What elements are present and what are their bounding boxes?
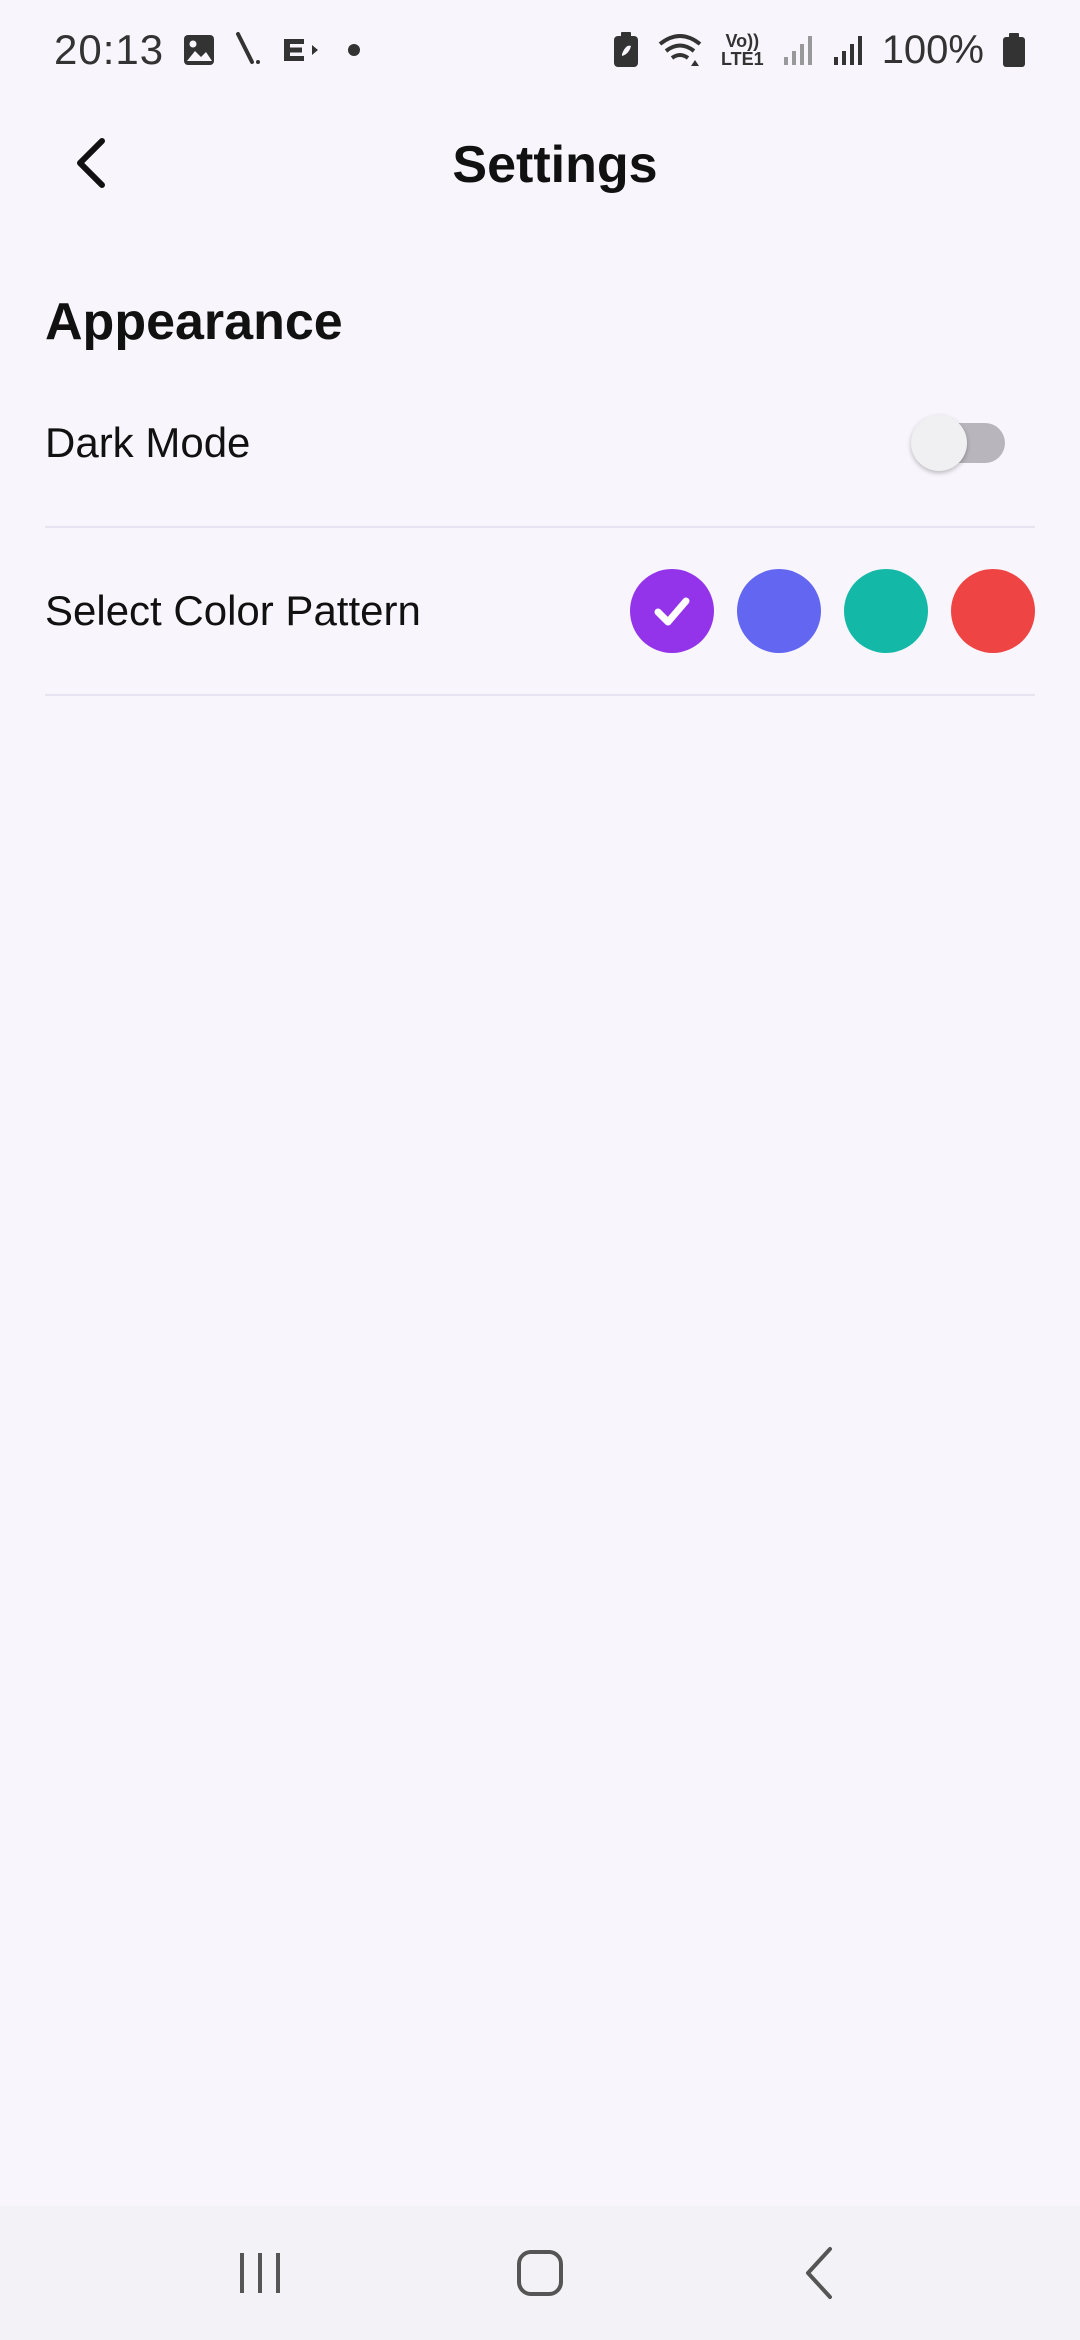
- back-icon: [806, 2247, 832, 2299]
- dark-mode-row: Dark Mode: [45, 360, 1035, 528]
- home-button[interactable]: [480, 2223, 600, 2323]
- toggle-thumb: [911, 415, 967, 471]
- signal-icon-1: [782, 33, 814, 67]
- wifi-icon: [657, 32, 703, 68]
- pen-icon: [234, 32, 264, 68]
- status-left: 20:13: [54, 26, 361, 74]
- battery-icon: [1002, 32, 1026, 68]
- media-icon: [282, 35, 322, 65]
- color-swatch[interactable]: [630, 569, 714, 653]
- system-nav-bar: [0, 2206, 1080, 2340]
- system-back-button[interactable]: [760, 2223, 880, 2323]
- battery-percent: 100%: [881, 27, 984, 72]
- color-swatch-group: [630, 569, 1035, 653]
- color-swatch[interactable]: [737, 569, 821, 653]
- status-time: 20:13: [54, 26, 165, 73]
- back-button[interactable]: [56, 128, 126, 198]
- gallery-icon: [182, 33, 216, 67]
- appearance-section-title: Appearance: [45, 293, 343, 351]
- app-bar: Settings: [0, 100, 1080, 230]
- signal-icon-2: [832, 33, 864, 67]
- dark-mode-toggle[interactable]: [911, 415, 1005, 471]
- dark-mode-label: Dark Mode: [45, 419, 251, 466]
- volte-lte-icon: Vo)) LTE1: [721, 32, 764, 68]
- check-icon: [654, 597, 690, 626]
- color-swatch[interactable]: [951, 569, 1035, 653]
- status-right: Vo)) LTE1 100%: [613, 28, 1026, 73]
- color-pattern-row: Select Color Pattern: [45, 528, 1035, 696]
- chevron-left-icon: [77, 138, 105, 188]
- battery-saver-icon: [613, 32, 639, 68]
- home-icon: [517, 2250, 563, 2296]
- dot-icon: [348, 44, 361, 56]
- color-swatch[interactable]: [844, 569, 928, 653]
- recent-apps-button[interactable]: [200, 2223, 320, 2323]
- page-title: Settings: [452, 136, 658, 194]
- status-bar: 20:13 Vo)) LTE1 100%: [0, 0, 1080, 100]
- lte-label: LTE1: [721, 49, 764, 69]
- recent-apps-icon: [240, 2253, 280, 2293]
- volte-label: Vo)): [725, 31, 760, 51]
- color-pattern-label: Select Color Pattern: [45, 587, 421, 634]
